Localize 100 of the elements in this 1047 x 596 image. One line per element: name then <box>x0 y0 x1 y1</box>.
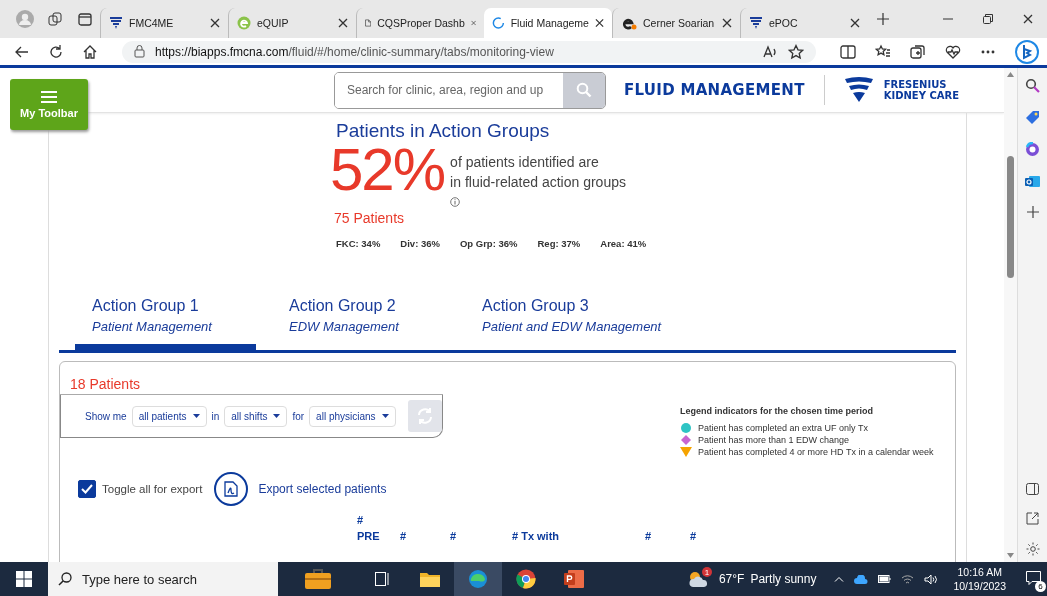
menu-icon[interactable] <box>41 90 57 104</box>
task-view-icon[interactable] <box>374 572 390 586</box>
column-header: # <box>450 529 458 544</box>
action-group-tab[interactable]: Action Group 1 Patient Management <box>75 291 256 350</box>
new-tab-icon[interactable] <box>877 13 889 25</box>
notification-icon[interactable] <box>1026 570 1041 585</box>
column-header: # <box>690 529 698 544</box>
brand-name: FRESENIUS <box>883 79 948 90</box>
favorite-star-icon[interactable] <box>788 43 804 60</box>
settings-icon[interactable] <box>1025 542 1040 556</box>
chevron-up-icon[interactable] <box>834 576 845 582</box>
tab-logo-icon <box>237 16 251 30</box>
filter-dropdown[interactable]: all physicians <box>309 405 396 427</box>
legend-text: Patient has completed 4 or more HD Tx in a calendar week <box>698 447 934 457</box>
scrollbar-thumb[interactable] <box>1007 156 1014 278</box>
tab-logo-icon <box>749 17 763 29</box>
scroll-down-icon[interactable] <box>1007 553 1014 558</box>
filter-dropdown[interactable]: all shifts <box>224 405 288 427</box>
speaker-icon[interactable] <box>924 573 938 585</box>
health-heart-icon[interactable] <box>945 43 961 60</box>
split-screen-icon[interactable] <box>840 43 856 60</box>
caret-icon <box>192 414 200 418</box>
tab-actions-icon[interactable] <box>78 12 92 26</box>
column-header: # PRE <box>357 513 381 544</box>
tag-icon[interactable] <box>1025 110 1040 125</box>
filter-label: in <box>211 410 220 422</box>
section-title: Patients in Action Groups <box>336 120 551 142</box>
filter-label: Show me <box>85 410 127 422</box>
read-aloud-icon[interactable] <box>762 43 778 60</box>
stat-value: FKC: 34% <box>336 238 381 249</box>
stat-value: Area: 41% <box>600 238 647 249</box>
clock-date: 10/19/2023 <box>953 579 1006 593</box>
column-header: # <box>400 529 408 544</box>
description-text: in fluid-related action groups <box>450 173 626 192</box>
add-icon[interactable] <box>1026 206 1039 218</box>
mail-icon[interactable] <box>1025 174 1040 189</box>
briefcase-icon[interactable] <box>304 568 332 590</box>
brand-logo-icon <box>843 77 874 103</box>
close-icon[interactable] <box>594 18 604 28</box>
copilot-b-icon[interactable] <box>1015 39 1039 64</box>
favorites-icon[interactable] <box>875 43 891 60</box>
notification-badge: 6 <box>1035 580 1046 592</box>
action-group-tab[interactable]: Action Group 3 Patient and EDW Management <box>449 291 672 350</box>
patient-count: 18 Patients <box>60 362 443 395</box>
stat-value: Div: 36% <box>400 238 440 249</box>
battery-icon[interactable] <box>878 575 892 583</box>
tab-logo-icon <box>621 16 637 30</box>
brand-name: KIDNEY CARE <box>883 90 959 101</box>
external-link-icon[interactable] <box>1026 512 1039 525</box>
close-icon[interactable] <box>210 18 220 28</box>
close-icon[interactable] <box>722 18 732 28</box>
stat-value: Op Grp: 36% <box>459 238 518 249</box>
edge-browser-icon[interactable] <box>468 569 488 589</box>
taskbar-search-field[interactable]: Type here to search <box>48 562 278 596</box>
search-placeholder: Type here to search <box>82 571 197 587</box>
pdf-icon <box>224 481 239 497</box>
restore-icon[interactable] <box>983 14 993 24</box>
home-icon[interactable] <box>82 43 98 60</box>
legend-title: Legend indicators for the chosen time period <box>680 406 875 416</box>
app-title: FLUID MANAGEMENT <box>623 75 825 105</box>
close-icon[interactable] <box>1023 14 1033 24</box>
weather-forecast: Partly sunny <box>750 572 817 586</box>
scroll-up-icon[interactable] <box>1007 72 1014 77</box>
caret-icon <box>381 414 389 418</box>
wifi-icon[interactable] <box>901 573 915 585</box>
collections-icon[interactable] <box>910 43 926 60</box>
percent-value: 52% <box>330 142 445 198</box>
folder-icon[interactable] <box>420 571 440 587</box>
action-group-tab[interactable]: Action Group 2 EDW Management <box>256 291 449 350</box>
cloud-icon[interactable] <box>854 574 869 584</box>
legend-text: Patient has more than 1 EDW change <box>698 435 850 445</box>
search-icon[interactable] <box>1025 78 1040 93</box>
legend-text: Patient has completed an extra UF only Tx <box>698 423 868 433</box>
export-button[interactable]: Export selected patients <box>214 472 387 506</box>
copilot-icon[interactable] <box>1025 142 1040 157</box>
column-header: # <box>645 529 653 544</box>
stat-value: Reg: 37% <box>537 238 581 249</box>
filter-dropdown[interactable]: all patients <box>131 405 207 427</box>
caret-icon <box>273 414 281 418</box>
sidebar-icon[interactable] <box>1026 483 1039 495</box>
refresh-icon[interactable] <box>48 43 64 60</box>
browser-tab[interactable]: Fluid Manageme <box>484 8 612 38</box>
tab-logo-icon <box>109 17 123 29</box>
chrome-icon[interactable] <box>516 569 536 589</box>
loading-icon <box>492 16 505 30</box>
workspaces-icon[interactable] <box>47 11 63 27</box>
patient-count: 75 Patients <box>334 210 406 226</box>
search-field[interactable]: Search for clinic, area, region and up <box>333 71 606 109</box>
presentation-app-icon[interactable] <box>564 570 584 588</box>
close-icon[interactable] <box>338 18 348 28</box>
search-icon <box>58 572 72 586</box>
checkbox-label: Toggle all for export <box>102 483 203 495</box>
start-icon[interactable] <box>16 571 32 587</box>
weather-temperature: 67°F <box>718 572 745 586</box>
checkbox[interactable] <box>78 480 96 498</box>
filter-label: for <box>292 410 305 422</box>
close-icon[interactable] <box>850 18 860 28</box>
lock-icon <box>134 45 145 58</box>
address-field[interactable]: https://biapps.fmcna.com/fluid/#/home/clinic-summary/tabs/monitoring-view <box>122 40 816 63</box>
info-icon[interactable] <box>450 197 461 207</box>
